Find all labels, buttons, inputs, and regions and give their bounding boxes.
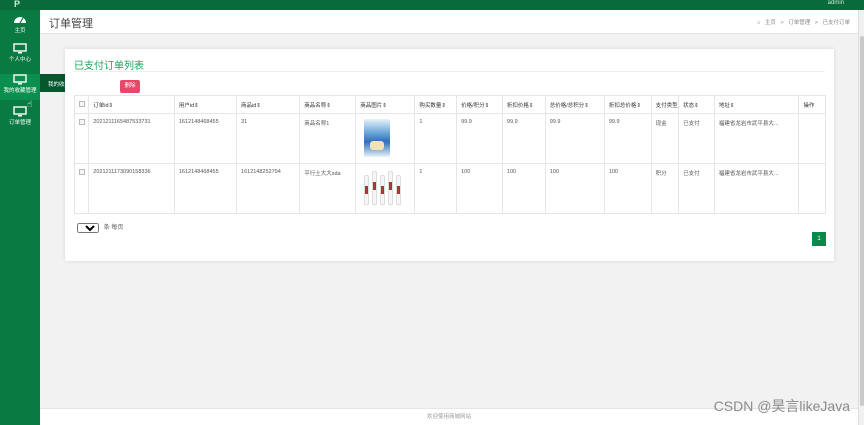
- table-row: 2021211173090158336 1612148468455 161214…: [73, 163, 826, 214]
- orders-card: 已支付订单列表 删除 订单id⇕ 用户id⇕ 商品id⇕ 商品名称⇕ 商品图片⇕…: [65, 49, 834, 261]
- discount-total: 100: [603, 163, 652, 214]
- page-scrollbar[interactable]: [858, 10, 864, 425]
- bottle-shape: [380, 175, 386, 205]
- status: 已支付: [678, 113, 715, 164]
- delete-button[interactable]: 删除: [120, 80, 140, 93]
- monitor-icon: [13, 43, 27, 54]
- column-header[interactable]: 状态⇕: [678, 95, 715, 114]
- product-image-cell: [355, 163, 416, 214]
- dashboard-icon: [14, 17, 26, 24]
- sidebar-item-label: 个人中心: [8, 57, 31, 63]
- sidebar: 主页 个人中心 我的收藏管理 订单管理: [0, 10, 40, 425]
- bottle-shape: [396, 175, 402, 205]
- row-select-cell: [73, 113, 90, 164]
- per-page-label: 条 每页: [103, 225, 124, 231]
- sidebar-item-profile[interactable]: 个人中心: [0, 43, 40, 69]
- quantity: 1: [414, 163, 458, 214]
- monitor-icon: [13, 74, 27, 85]
- column-header[interactable]: 购买数量⇕: [414, 95, 458, 114]
- watermark: CSDN @昊言likeJava: [713, 398, 850, 414]
- column-header[interactable]: 商品id⇕: [236, 95, 301, 114]
- sidebar-item-favorites[interactable]: 我的收藏管理: [0, 74, 40, 100]
- quantity: 1: [414, 113, 458, 164]
- sidebar-item-label: 我的收藏管理: [3, 88, 37, 94]
- row-checkbox[interactable]: [79, 119, 85, 125]
- scrollbar-thumb[interactable]: [860, 36, 864, 406]
- address: 福建省龙岩市武平县大...: [713, 113, 800, 164]
- column-header[interactable]: 折扣价格⇕: [501, 95, 546, 114]
- product-image: [362, 169, 406, 207]
- page-button-current[interactable]: 1: [812, 232, 826, 246]
- bottle-shape: [372, 171, 378, 205]
- column-header: 操作: [798, 95, 826, 114]
- column-header[interactable]: 价格/积分⇕: [456, 95, 503, 114]
- divider: [74, 71, 825, 72]
- sidebar-item-home[interactable]: 主页: [0, 14, 40, 40]
- actions-cell: [798, 113, 826, 164]
- home-icon: ⌂: [757, 20, 761, 26]
- breadcrumb: ⌂ 主页 > 订单管理 > 已支付订单: [754, 18, 850, 26]
- sidebar-item-label: 订单管理: [8, 120, 31, 126]
- page-header: 订单管理 ⌂ 主页 > 订单管理 > 已支付订单: [40, 10, 858, 34]
- user-name[interactable]: admin: [828, 0, 844, 6]
- row-checkbox[interactable]: [79, 169, 85, 175]
- bottle-shape: [388, 171, 394, 205]
- user-id: 1612148468455: [173, 113, 238, 164]
- breadcrumb-current: 已支付订单: [822, 20, 850, 26]
- column-header[interactable]: 总价格/总积分⇕: [544, 95, 605, 114]
- breadcrumb-separator: >: [780, 20, 784, 26]
- breadcrumb-separator: >: [814, 20, 818, 26]
- bottle-shape: [364, 175, 370, 205]
- product-id: 1612148252794: [236, 163, 301, 214]
- column-header[interactable]: 地址⇕: [713, 95, 800, 114]
- actions-cell: [798, 163, 826, 214]
- product-name: 平行土大大sda: [299, 163, 357, 214]
- column-header[interactable]: 折扣总价格⇕: [603, 95, 652, 114]
- orders-table: 订单id⇕ 用户id⇕ 商品id⇕ 商品名称⇕ 商品图片⇕ 购买数量⇕ 价格/积…: [73, 95, 826, 214]
- card-title: 已支付订单列表: [74, 61, 144, 72]
- order-id: 2021211173090158336: [88, 163, 175, 214]
- table-header-row: 订单id⇕ 用户id⇕ 商品id⇕ 商品名称⇕ 商品图片⇕ 购买数量⇕ 价格/积…: [73, 95, 826, 114]
- address: 福建省龙岩市武平县大...: [713, 163, 800, 214]
- product-image-cell: [355, 113, 416, 164]
- column-header[interactable]: 订单id⇕: [88, 95, 175, 114]
- column-header[interactable]: 用户id⇕: [173, 95, 238, 114]
- sidebar-item-orders[interactable]: 订单管理: [0, 106, 40, 132]
- breadcrumb-home[interactable]: 主页: [765, 20, 776, 26]
- top-bar: P admin: [0, 0, 864, 10]
- row-select-cell: [73, 163, 90, 214]
- pay-type: 现金: [650, 113, 680, 164]
- sidebar-item-label: 主页: [14, 28, 26, 34]
- total-price: 100: [544, 163, 605, 214]
- column-header[interactable]: 商品名称⇕: [299, 95, 357, 114]
- discount-total: 99.9: [603, 113, 652, 164]
- order-id: 2021211165487533731: [88, 113, 175, 164]
- table-row: 2021211165487533731 1612148468455 31 商品名…: [73, 113, 826, 164]
- price: 99.9: [456, 113, 503, 164]
- user-id: 1612148468455: [173, 163, 238, 214]
- product-image: [364, 119, 391, 157]
- pay-type: 积分: [650, 163, 680, 214]
- total-price: 99.9: [544, 113, 605, 164]
- app-logo: P: [14, 0, 21, 9]
- monitor-icon: [13, 106, 27, 117]
- price: 100: [456, 163, 503, 214]
- page-size-control: 10 条 每页: [77, 222, 123, 233]
- discount-price: 99.9: [501, 113, 546, 164]
- status: 已支付: [678, 163, 715, 214]
- breadcrumb-orders[interactable]: 订单管理: [788, 20, 810, 26]
- pointer-cursor-icon: ☝: [27, 99, 33, 109]
- select-all-cell: [73, 95, 90, 114]
- discount-price: 100: [501, 163, 546, 214]
- page-size-select[interactable]: 10: [77, 223, 99, 233]
- page-title: 订单管理: [49, 18, 93, 30]
- select-all-checkbox[interactable]: [79, 100, 85, 107]
- column-header[interactable]: 商品图片⇕: [355, 95, 416, 114]
- product-id: 31: [236, 113, 301, 164]
- column-header[interactable]: 支付类型⇕: [650, 95, 680, 114]
- product-name: 商品名称1: [299, 113, 357, 164]
